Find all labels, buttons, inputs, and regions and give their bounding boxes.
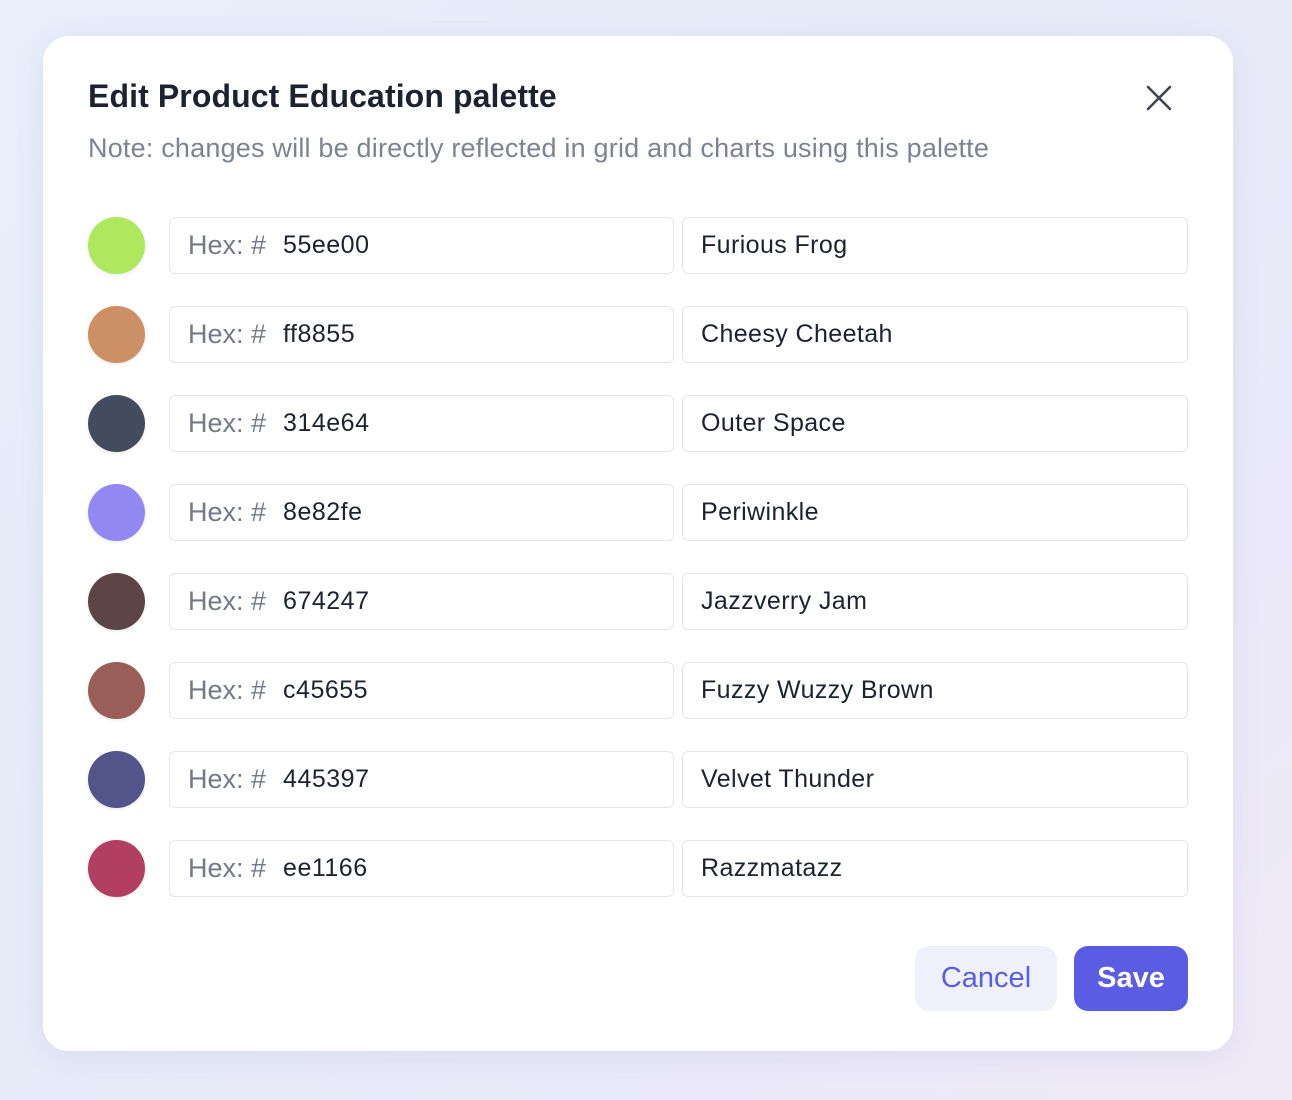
color-name-input[interactable]: Fuzzy Wuzzy Brown xyxy=(682,662,1188,719)
hex-value: ff8855 xyxy=(283,320,356,348)
color-swatch[interactable] xyxy=(88,840,145,897)
hex-prefix-label: Hex: # xyxy=(188,764,267,794)
hex-prefix-label: Hex: # xyxy=(188,230,267,260)
dialog-note: Note: changes will be directly reflected… xyxy=(88,133,990,163)
color-name-input[interactable]: Jazzverry Jam xyxy=(682,573,1188,630)
hex-prefix-label: Hex: # xyxy=(188,853,267,883)
hex-input[interactable]: Hex: # 55ee00 xyxy=(169,217,674,274)
color-swatch[interactable] xyxy=(88,573,145,630)
palette-row: Hex: # 8e82fe Periwinkle xyxy=(88,484,1188,541)
hex-input[interactable]: Hex: # ee1166 xyxy=(169,840,674,897)
palette-row: Hex: # c45655 Fuzzy Wuzzy Brown xyxy=(88,662,1188,719)
palette-color-list: Hex: # 55ee00 Furious Frog Hex: # ff8855 Chee… xyxy=(88,217,1188,929)
cancel-button[interactable]: Cancel xyxy=(915,946,1057,1011)
palette-row: Hex: # ee1166 Razzmatazz xyxy=(88,840,1188,897)
palette-row: Hex: # 674247 Jazzverry Jam xyxy=(88,573,1188,630)
hex-input[interactable]: Hex: # c45655 xyxy=(169,662,674,719)
edit-palette-dialog: Edit Product Education palette Note: cha… xyxy=(43,36,1233,1051)
color-name-input[interactable]: Furious Frog xyxy=(682,217,1188,274)
hex-prefix-label: Hex: # xyxy=(188,497,267,527)
hex-value: ee1166 xyxy=(283,854,368,882)
hex-input[interactable]: Hex: # ff8855 xyxy=(169,306,674,363)
hex-value: 314e64 xyxy=(283,409,370,437)
hex-value: c45655 xyxy=(283,676,369,704)
color-name-input[interactable]: Razzmatazz xyxy=(682,840,1188,897)
color-swatch[interactable] xyxy=(88,484,145,541)
close-button[interactable] xyxy=(1139,78,1179,118)
hex-prefix-label: Hex: # xyxy=(188,319,267,349)
palette-row: Hex: # 314e64 Outer Space xyxy=(88,395,1188,452)
hex-input[interactable]: Hex: # 445397 xyxy=(169,751,674,808)
hex-input[interactable]: Hex: # 8e82fe xyxy=(169,484,674,541)
hex-prefix-label: Hex: # xyxy=(188,408,267,438)
hex-input[interactable]: Hex: # 674247 xyxy=(169,573,674,630)
hex-value: 8e82fe xyxy=(283,498,363,526)
hex-value: 674247 xyxy=(283,587,370,615)
palette-row: Hex: # 55ee00 Furious Frog xyxy=(88,217,1188,274)
color-swatch[interactable] xyxy=(88,395,145,452)
color-name-input[interactable]: Outer Space xyxy=(682,395,1188,452)
hex-value: 55ee00 xyxy=(283,231,370,259)
hex-input[interactable]: Hex: # 314e64 xyxy=(169,395,674,452)
palette-row: Hex: # ff8855 Cheesy Cheetah xyxy=(88,306,1188,363)
dialog-title: Edit Product Education palette xyxy=(88,78,557,114)
hex-prefix-label: Hex: # xyxy=(188,586,267,616)
hex-prefix-label: Hex: # xyxy=(188,675,267,705)
color-swatch[interactable] xyxy=(88,217,145,274)
color-swatch[interactable] xyxy=(88,306,145,363)
close-icon xyxy=(1146,85,1172,111)
color-swatch[interactable] xyxy=(88,662,145,719)
color-swatch[interactable] xyxy=(88,751,145,808)
hex-value: 445397 xyxy=(283,765,370,793)
save-button[interactable]: Save xyxy=(1074,946,1188,1011)
color-name-input[interactable]: Velvet Thunder xyxy=(682,751,1188,808)
color-name-input[interactable]: Periwinkle xyxy=(682,484,1188,541)
palette-row: Hex: # 445397 Velvet Thunder xyxy=(88,751,1188,808)
color-name-input[interactable]: Cheesy Cheetah xyxy=(682,306,1188,363)
